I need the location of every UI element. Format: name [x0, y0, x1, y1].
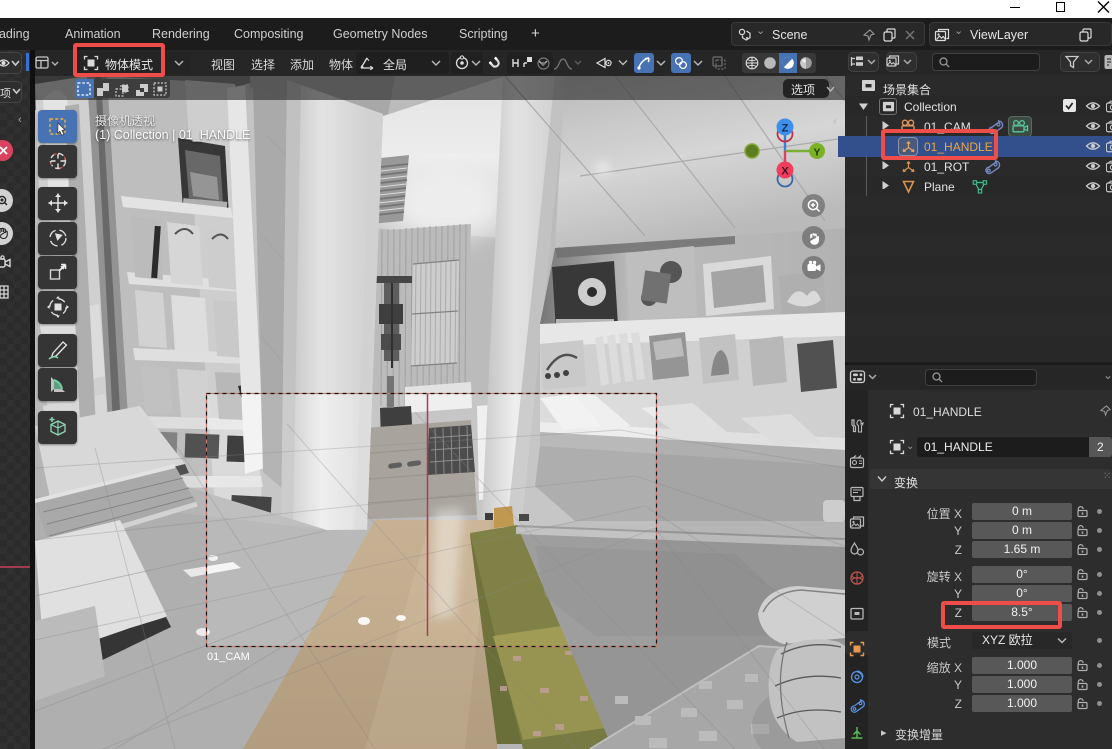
- svg-text:01_CAM: 01_CAM: [207, 651, 250, 663]
- svg-text:Y: Y: [813, 147, 820, 159]
- svg-text:X: X: [781, 166, 789, 178]
- svg-text:Z: Z: [782, 123, 789, 135]
